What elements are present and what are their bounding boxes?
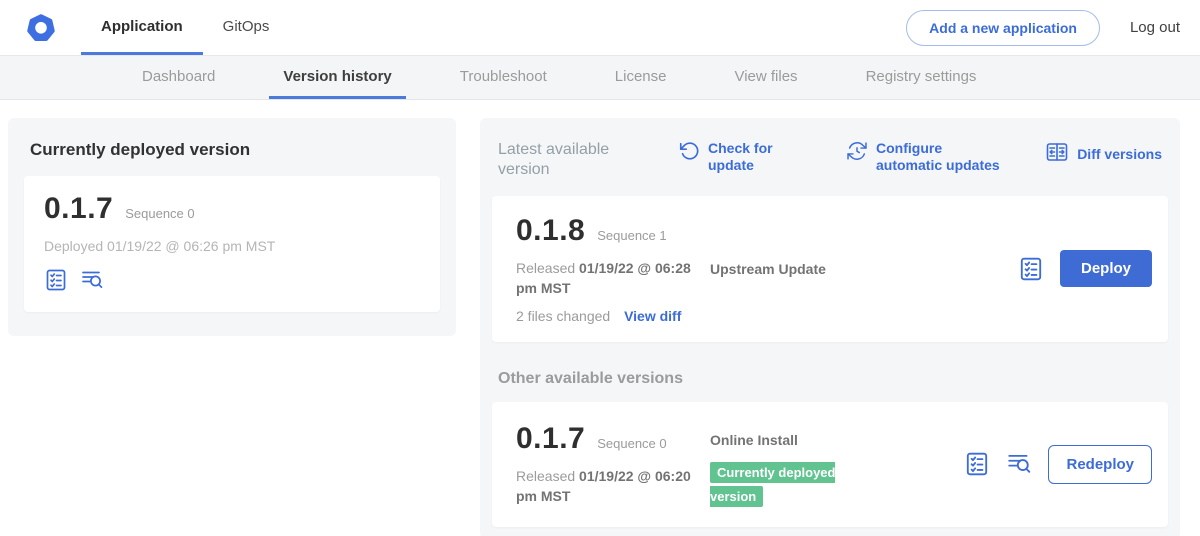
latest-version-source: Upstream Update bbox=[710, 261, 930, 277]
currently-deployed-badge: Currently deployed version bbox=[710, 462, 835, 508]
deployed-timestamp: Deployed 01/19/22 @ 06:26 pm MST bbox=[44, 238, 420, 254]
other-released-timestamp: Released 01/19/22 @ 06:20 pm MST bbox=[516, 466, 710, 507]
other-available-versions-title: Other available versions bbox=[498, 370, 1162, 388]
subnav-view-files-label: View files bbox=[734, 68, 797, 85]
top-navbar: Application GitOps Add a new application… bbox=[0, 0, 1200, 56]
deploy-button[interactable]: Deploy bbox=[1060, 250, 1152, 287]
diff-table-icon bbox=[1045, 140, 1069, 169]
released-label: Released bbox=[516, 260, 575, 276]
app-logo-heptagon-icon[interactable] bbox=[25, 0, 57, 55]
add-new-application-button[interactable]: Add a new application bbox=[906, 10, 1100, 46]
refresh-icon bbox=[678, 140, 700, 173]
configure-automatic-updates-label: Configure automatic updates bbox=[876, 140, 1008, 173]
tab-gitops-label: GitOps bbox=[223, 18, 270, 35]
latest-available-title: Latest available version bbox=[498, 140, 628, 180]
files-changed-count: 2 files changed bbox=[516, 308, 610, 324]
available-versions-panel: Latest available version Check for updat… bbox=[480, 118, 1180, 536]
deployed-badge-wrap: Currently deployed version bbox=[710, 460, 862, 510]
released-label: Released bbox=[516, 468, 575, 484]
latest-released-timestamp: Released 01/19/22 @ 06:28 pm MST bbox=[516, 258, 710, 299]
subnav-item-dashboard[interactable]: Dashboard bbox=[128, 56, 229, 99]
currently-deployed-panel: Currently deployed version 0.1.7 Sequenc… bbox=[8, 118, 456, 336]
diff-versions-label: Diff versions bbox=[1077, 146, 1162, 163]
preflight-checklist-icon[interactable] bbox=[44, 268, 68, 292]
other-version-number: 0.1.7 bbox=[516, 422, 585, 456]
view-logs-icon[interactable] bbox=[1006, 451, 1032, 477]
other-sequence-label: Sequence 0 bbox=[597, 436, 666, 451]
subnav-item-view-files[interactable]: View files bbox=[720, 56, 811, 99]
tab-application-label: Application bbox=[101, 18, 183, 35]
auto-update-clock-icon bbox=[846, 140, 868, 173]
version-history-page: Currently deployed version 0.1.7 Sequenc… bbox=[0, 100, 1200, 536]
files-changed-row: 2 files changed View diff bbox=[516, 308, 710, 324]
subnav-item-license[interactable]: License bbox=[601, 56, 681, 99]
latest-version-card: 0.1.8 Sequence 1 Released 01/19/22 @ 06:… bbox=[492, 196, 1168, 342]
preflight-checklist-icon[interactable] bbox=[964, 451, 990, 477]
redeploy-button[interactable]: Redeploy bbox=[1048, 445, 1152, 484]
check-for-update-label: Check for update bbox=[708, 140, 782, 173]
deployed-version-card: 0.1.7 Sequence 0 Deployed 01/19/22 @ 06:… bbox=[24, 176, 440, 312]
topbar-right: Add a new application Log out bbox=[906, 0, 1180, 55]
other-version-source-block: Online Install Currently deployed versio… bbox=[710, 420, 930, 510]
subnav-item-troubleshoot[interactable]: Troubleshoot bbox=[446, 56, 561, 99]
subnav-item-version-history[interactable]: Version history bbox=[269, 56, 405, 99]
other-version-source: Online Install bbox=[710, 432, 930, 448]
subnav-dashboard-label: Dashboard bbox=[142, 68, 215, 85]
view-logs-icon[interactable] bbox=[80, 268, 104, 292]
subnav-registry-settings-label: Registry settings bbox=[866, 68, 977, 85]
app-subnav: Dashboard Version history Troubleshoot L… bbox=[0, 56, 1200, 100]
latest-version-info: 0.1.8 Sequence 1 Released 01/19/22 @ 06:… bbox=[508, 214, 710, 324]
latest-version-row: 0.1.8 Sequence 1 bbox=[516, 214, 710, 248]
latest-version-actions: Deploy bbox=[1018, 250, 1152, 287]
diff-versions-link[interactable]: Diff versions bbox=[1045, 140, 1162, 169]
deployed-card-actions bbox=[44, 268, 420, 292]
subnav-license-label: License bbox=[615, 68, 667, 85]
preflight-checklist-icon[interactable] bbox=[1018, 256, 1044, 282]
check-for-update-link[interactable]: Check for update bbox=[678, 140, 782, 173]
deployed-version-number: 0.1.7 bbox=[44, 192, 113, 226]
deployed-sequence-label: Sequence 0 bbox=[125, 206, 194, 221]
deployed-date-value: 01/19/22 @ 06:26 pm MST bbox=[107, 238, 275, 254]
other-version-info: 0.1.7 Sequence 0 Released 01/19/22 @ 06:… bbox=[508, 422, 710, 507]
subnav-troubleshoot-label: Troubleshoot bbox=[460, 68, 547, 85]
latest-version-number: 0.1.8 bbox=[516, 214, 585, 248]
other-version-row: 0.1.7 Sequence 0 bbox=[516, 422, 710, 456]
available-versions-header: Latest available version Check for updat… bbox=[492, 130, 1168, 196]
logout-link[interactable]: Log out bbox=[1130, 19, 1180, 36]
subnav-item-registry-settings[interactable]: Registry settings bbox=[852, 56, 991, 99]
view-diff-link[interactable]: View diff bbox=[624, 308, 681, 324]
other-version-card: 0.1.7 Sequence 0 Released 01/19/22 @ 06:… bbox=[492, 402, 1168, 528]
currently-deployed-title: Currently deployed version bbox=[30, 140, 440, 160]
tab-application[interactable]: Application bbox=[81, 0, 203, 55]
other-version-actions: Redeploy bbox=[964, 445, 1152, 484]
configure-automatic-updates-link[interactable]: Configure automatic updates bbox=[846, 140, 1008, 173]
subnav-version-history-label: Version history bbox=[283, 68, 391, 85]
latest-sequence-label: Sequence 1 bbox=[597, 228, 666, 243]
deployed-version-row: 0.1.7 Sequence 0 bbox=[44, 192, 420, 226]
tab-gitops[interactable]: GitOps bbox=[203, 0, 290, 55]
deployed-label: Deployed bbox=[44, 238, 103, 254]
